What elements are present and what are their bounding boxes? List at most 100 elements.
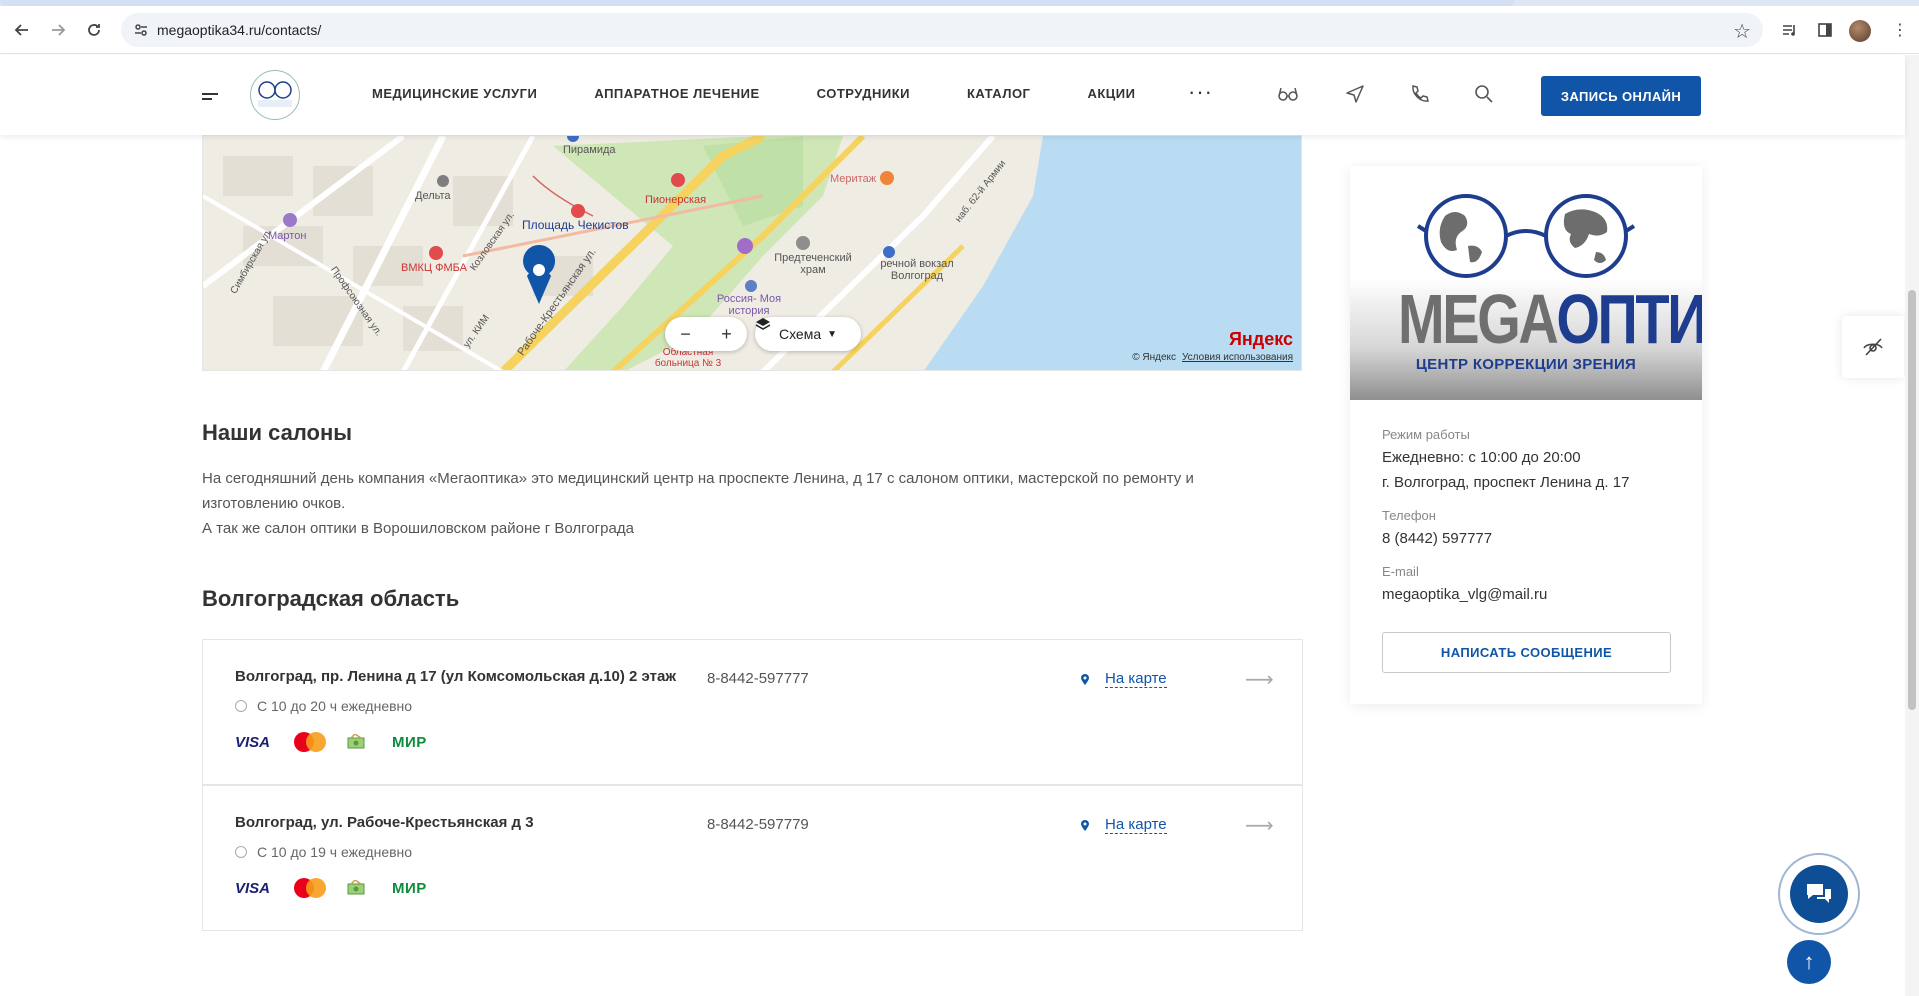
site-header: МЕДИЦИНСКИЕ УСЛУГИ АППАРАТНОЕ ЛЕЧЕНИЕ СО… — [0, 55, 1905, 135]
map-label: Предтеченский храм — [774, 252, 852, 276]
clock-icon — [235, 700, 247, 712]
scrollbar-thumb[interactable] — [1908, 290, 1916, 710]
nav-item-hardware[interactable]: АППАРАТНОЕ ЛЕЧЕНИЕ — [594, 86, 759, 101]
on-map-link[interactable]: На карте — [1105, 816, 1167, 834]
salon-card[interactable]: Волгоград, пр. Ленина д 17 (ул Комсомоль… — [202, 639, 1303, 785]
yandex-map[interactable]: Пирамида Дельта Пионерская Меритаж Марто… — [202, 135, 1302, 371]
salon-card[interactable]: Волгоград, ул. Рабоче-Крестьянская д 3 8… — [202, 785, 1303, 931]
chat-button[interactable] — [1778, 853, 1860, 935]
brand-tagline: ЦЕНТР КОРРЕКЦИИ ЗРЕНИЯ — [1415, 356, 1637, 373]
section-title-region: Волгоградская область — [202, 586, 460, 611]
address-bar[interactable]: megaoptika34.ru/contacts/ ☆ — [121, 13, 1763, 47]
visa-logo: VISA — [235, 733, 271, 751]
url-text: megaoptika34.ru/contacts/ — [157, 22, 322, 38]
arrow-right-icon[interactable]: ⟶ — [1245, 667, 1274, 692]
more-menu-icon[interactable]: ··· — [1188, 79, 1213, 105]
map-pin-icon — [1081, 674, 1089, 685]
phone-value[interactable]: 8 (8442) 597777 — [1382, 530, 1492, 547]
address-value: г. Волгоград, проспект Ленина д. 17 — [1382, 474, 1630, 491]
chevron-down-icon: ▼ — [827, 328, 838, 340]
map-copyright-text: © Яндекс — [1132, 352, 1176, 363]
mastercard-logo — [294, 732, 327, 752]
mir-logo: МИР — [392, 879, 427, 897]
scroll-up-button[interactable]: ↑ — [1787, 940, 1831, 984]
bookmark-star-icon[interactable]: ☆ — [1733, 19, 1751, 44]
nav-item-promos[interactable]: АКЦИИ — [1087, 86, 1135, 101]
back-icon[interactable] — [10, 18, 34, 42]
accessibility-widget[interactable] — [1842, 316, 1904, 378]
browser-menu-icon[interactable]: ⋮ — [1892, 19, 1908, 41]
contact-info-card: MEGAОПТИКА ЦЕНТР КОРРЕКЦИИ ЗРЕНИЯ Режим … — [1350, 166, 1702, 704]
brand-wordmark-mega: MEGA — [1398, 280, 1559, 358]
nav-item-catalog[interactable]: КАТАЛОГ — [967, 86, 1030, 101]
salon-phone[interactable]: 8-8442-597779 — [707, 816, 809, 833]
email-value[interactable]: megaoptika_vlg@mail.ru — [1382, 586, 1547, 603]
cash-icon — [347, 880, 365, 895]
map-label: ВМКЦ ФМБА — [401, 262, 467, 274]
section-title-salons: Наши салоны — [202, 420, 353, 445]
map-label: Россия- Моя история — [716, 293, 782, 317]
eye-toggle-icon — [1863, 338, 1883, 356]
map-label: речной вокзал Волгоград — [880, 258, 954, 282]
map-zoom-out-button[interactable]: − — [680, 324, 691, 345]
mastercard-logo — [294, 878, 327, 898]
side-panel-icon[interactable] — [1814, 19, 1836, 41]
map-label: Площадь Чекистов — [522, 218, 629, 232]
map-label: Пионерская — [645, 194, 707, 206]
write-message-button[interactable]: НАПИСАТЬ СООБЩЕНИЕ — [1382, 632, 1671, 673]
hours-label: Режим работы — [1382, 427, 1470, 442]
salon-hours: С 10 до 20 ч ежедневно — [235, 698, 412, 714]
burger-menu-icon[interactable] — [202, 93, 218, 103]
nav-item-staff[interactable]: СОТРУДНИКИ — [817, 86, 910, 101]
online-booking-button[interactable]: ЗАПИСЬ ОНЛАЙН — [1541, 76, 1701, 116]
forward-icon[interactable] — [46, 18, 70, 42]
map-label: Дельта — [415, 190, 451, 202]
arrow-right-icon[interactable]: ⟶ — [1245, 813, 1274, 838]
payment-methods: VISA МИР — [235, 878, 427, 898]
phone-icon[interactable] — [1408, 83, 1430, 105]
map-layer-selector[interactable]: Схема ▼ — [755, 317, 861, 351]
page-scrollbar[interactable] — [1905, 55, 1919, 996]
salons-description: На сегодняшний день компания «Мегаоптика… — [202, 466, 1282, 541]
email-label: E-mail — [1382, 564, 1419, 579]
chat-bubble-icon — [1790, 865, 1848, 923]
visa-logo: VISA — [235, 879, 271, 897]
map-zoom-control: − + — [665, 317, 747, 351]
salon-address: Волгоград, ул. Рабоче-Крестьянская д 3 — [235, 814, 534, 831]
reload-icon[interactable] — [82, 18, 106, 42]
map-label: Пирамида — [563, 144, 616, 156]
phone-label: Телефон — [1382, 508, 1436, 523]
on-map-link[interactable]: На карте — [1105, 670, 1167, 688]
profile-avatar[interactable] — [1849, 20, 1871, 42]
salons-paragraph: На сегодняшний день компания «Мегаоптика… — [202, 470, 1194, 512]
map-zoom-in-button[interactable]: + — [721, 324, 732, 345]
salon-hours-text: С 10 до 20 ч ежедневно — [257, 698, 413, 714]
salon-hours-text: С 10 до 19 ч ежедневно — [257, 844, 413, 860]
hours-value: Ежедневно: с 10:00 до 20:00 — [1382, 449, 1581, 466]
brand-banner: MEGAОПТИКА ЦЕНТР КОРРЕКЦИИ ЗРЕНИЯ — [1350, 166, 1702, 400]
site-logo[interactable] — [250, 70, 300, 120]
salon-phone[interactable]: 8-8442-597777 — [707, 670, 809, 687]
clock-icon — [235, 846, 247, 858]
map-label: Меритаж — [830, 173, 877, 185]
location-arrow-icon[interactable] — [1344, 83, 1366, 105]
map-terms-link[interactable]: Условия использования — [1182, 352, 1293, 363]
yandex-logo[interactable]: Яндекс — [1229, 329, 1293, 350]
search-icon[interactable] — [1473, 83, 1495, 105]
payment-methods: VISA МИР — [235, 732, 427, 752]
browser-toolbar: megaoptika34.ru/contacts/ ☆ ⋮ — [0, 6, 1919, 54]
site-info-icon[interactable] — [133, 22, 149, 38]
salons-paragraph: А так же салон оптики в Ворошиловском ра… — [202, 520, 634, 537]
brand-wordmark-optika: ОПТИКА — [1556, 280, 1702, 358]
salon-hours: С 10 до 19 ч ежедневно — [235, 844, 412, 860]
layers-icon — [755, 318, 771, 330]
media-icon[interactable] — [1778, 19, 1800, 41]
cash-icon — [347, 734, 365, 749]
glasses-icon[interactable] — [1277, 83, 1299, 105]
map-copyright: © Яндекс Условия использования — [1132, 352, 1293, 363]
map-pin-icon — [1081, 820, 1089, 831]
mir-logo: МИР — [392, 733, 427, 751]
main-nav: МЕДИЦИНСКИЕ УСЛУГИ АППАРАТНОЕ ЛЕЧЕНИЕ СО… — [372, 86, 1192, 101]
brand-wordmark: MEGAОПТИКА — [1398, 279, 1702, 359]
nav-item-medical[interactable]: МЕДИЦИНСКИЕ УСЛУГИ — [372, 86, 537, 101]
